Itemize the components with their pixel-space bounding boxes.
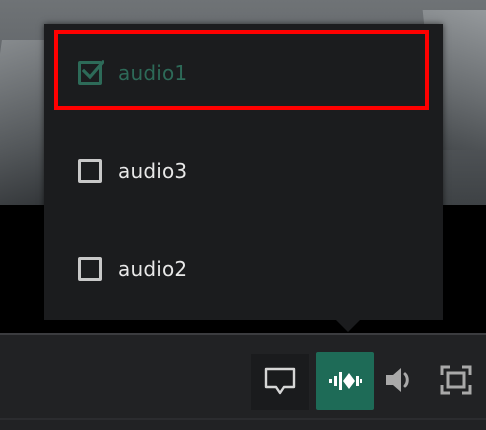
audio-track-label: audio1: [118, 61, 188, 85]
speech-bubble-icon: [264, 367, 296, 395]
checkbox-unchecked-icon[interactable]: [78, 257, 102, 281]
audio-tracks-button[interactable]: [316, 352, 374, 410]
menu-pointer: [336, 320, 360, 332]
audio-track-item[interactable]: audio2: [44, 220, 443, 318]
fullscreen-icon: [440, 365, 472, 395]
checkbox-unchecked-icon[interactable]: [78, 159, 102, 183]
checkbox-checked-icon[interactable]: [78, 60, 104, 85]
audio-track-label: audio2: [118, 257, 188, 281]
volume-button[interactable]: [380, 358, 420, 402]
fullscreen-button[interactable]: [436, 358, 476, 402]
audio-track-label: audio3: [118, 159, 188, 183]
audio-track-menu: audio1 audio3 audio2: [44, 24, 443, 320]
control-bar-divider: [0, 418, 486, 420]
audio-track-item[interactable]: audio3: [44, 122, 443, 220]
captions-button[interactable]: [251, 354, 309, 410]
player-control-bar: [0, 333, 486, 430]
audio-waveform-icon: [329, 372, 362, 390]
audio-track-item[interactable]: audio1: [44, 24, 443, 122]
speaker-icon: [386, 368, 409, 392]
